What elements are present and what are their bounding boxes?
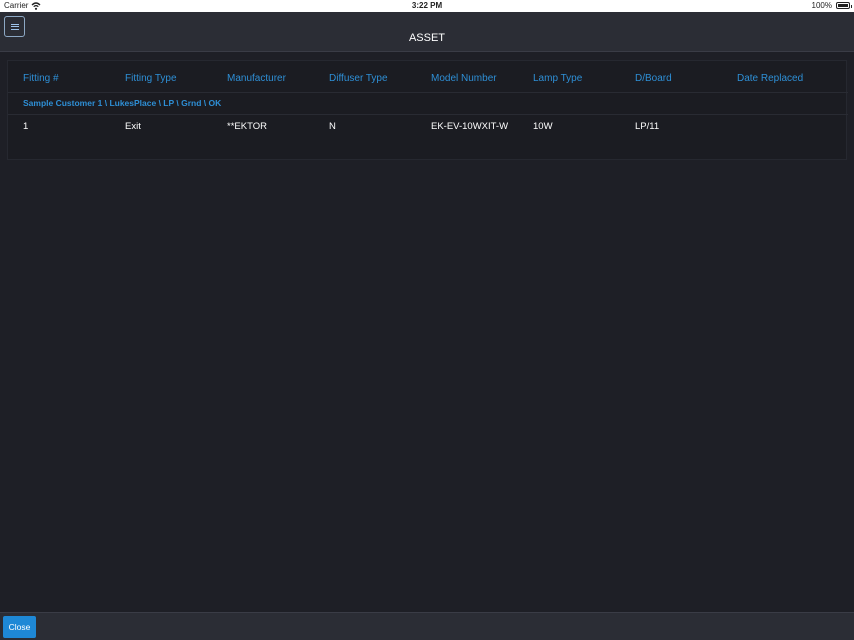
cell-model-number: EK-EV-10WXIT-W <box>431 121 509 132</box>
cell-diffuser-type: N <box>329 121 336 132</box>
cell-manufacturer: **EKTOR <box>227 121 267 132</box>
cell-dboard: LP/11 <box>635 121 660 132</box>
column-header-lamp-type[interactable]: Lamp Type <box>533 73 582 84</box>
cell-lamp-type: 10W <box>533 121 553 132</box>
column-header-dboard[interactable]: D/Board <box>635 73 672 84</box>
column-header-fitting-type[interactable]: Fitting Type <box>125 73 177 84</box>
column-header-manufacturer[interactable]: Manufacturer <box>227 73 286 84</box>
table-header: Fitting # Fitting Type Manufacturer Diff… <box>8 61 848 93</box>
cell-fitting-type: Exit <box>125 121 141 132</box>
cell-fitting-no: 1 <box>23 121 29 132</box>
page-title: ASSET <box>408 32 446 44</box>
battery-percentage: 100% <box>811 1 832 10</box>
column-header-model-number[interactable]: Model Number <box>431 73 497 84</box>
table-row[interactable]: 1 Exit **EKTOR N EK-EV-10WXIT-W 10W LP/1… <box>8 115 848 137</box>
close-button[interactable]: Close <box>3 616 36 638</box>
hamburger-menu-icon <box>10 23 19 30</box>
menu-button[interactable] <box>4 16 25 37</box>
status-bar: Carrier 3:22 PM 100% <box>0 0 854 12</box>
group-row: Sample Customer 1 \ LukesPlace \ LP \ Gr… <box>8 93 848 115</box>
column-header-fitting-no[interactable]: Fitting # <box>23 73 59 84</box>
asset-table: Fitting # Fitting Type Manufacturer Diff… <box>7 60 848 160</box>
group-label: Sample Customer 1 \ LukesPlace \ LP \ Gr… <box>23 98 222 108</box>
column-header-date-replaced[interactable]: Date Replaced <box>737 73 803 84</box>
status-time: 3:22 PM <box>411 1 443 10</box>
bottom-toolbar: Close <box>0 612 854 640</box>
battery-icon <box>836 2 852 9</box>
column-header-diffuser-type[interactable]: Diffuser Type <box>329 73 388 84</box>
